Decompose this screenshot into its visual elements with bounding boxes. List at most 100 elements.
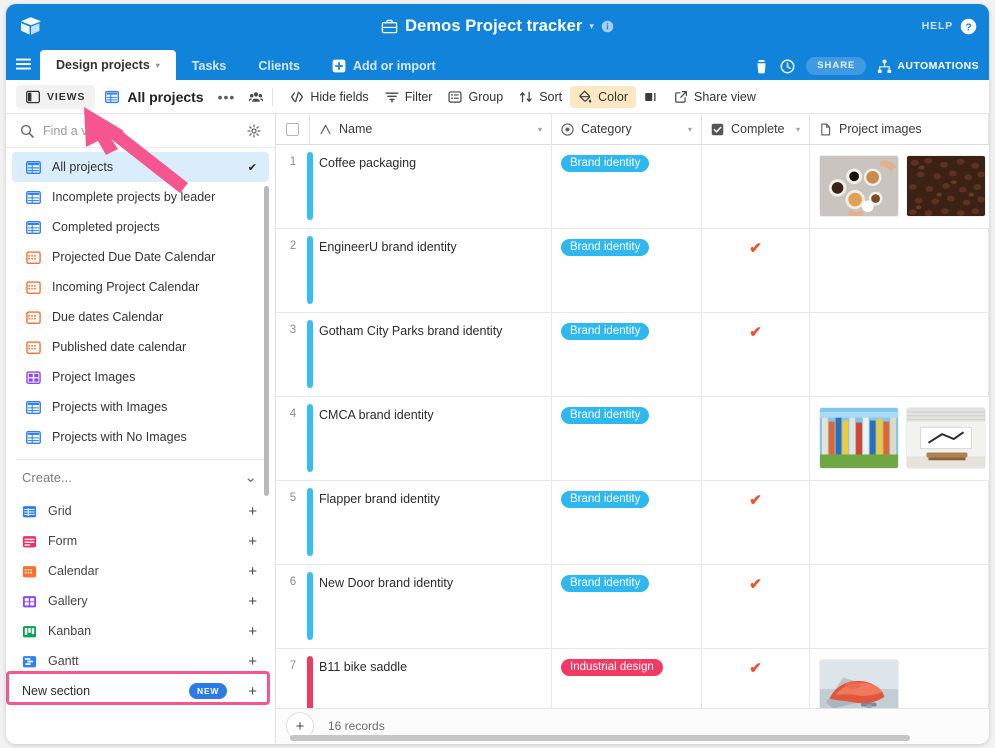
sidebar-item-published-date-calendar[interactable]: Published date calendar <box>12 332 269 362</box>
cell-category[interactable]: Brand identity <box>552 397 702 480</box>
cell-category[interactable]: Brand identity <box>552 565 702 648</box>
share-button[interactable]: SHARE <box>806 57 866 75</box>
collaborators-icon[interactable] <box>249 90 263 104</box>
sidebar-scrollbar[interactable] <box>264 186 269 496</box>
column-header-project-images[interactable]: Project images <box>810 114 989 144</box>
horizontal-scrollbar[interactable] <box>290 735 910 741</box>
column-header-name[interactable]: Name ▾ <box>310 114 552 144</box>
create-item-form[interactable]: Form + <box>6 526 275 556</box>
cell-project-images[interactable] <box>810 145 989 228</box>
share-view-button[interactable]: Share view <box>666 86 764 108</box>
table-row[interactable]: 3 Gotham City Parks brand identity Brand… <box>276 313 989 397</box>
sidebar-item-incoming-project-calendar[interactable]: Incoming Project Calendar <box>12 272 269 302</box>
create-item-kanban[interactable]: Kanban + <box>6 616 275 646</box>
sidebar-item-all-projects[interactable]: All projects ✔ <box>12 152 269 182</box>
base-title[interactable]: Demos Project tracker <box>405 17 582 36</box>
cell-category[interactable]: Brand identity <box>552 313 702 396</box>
chevron-down-icon[interactable]: ▾ <box>688 125 692 134</box>
sidebar-item-completed-projects[interactable]: Completed projects <box>12 212 269 242</box>
view-more-options-button[interactable]: ••• <box>212 93 242 101</box>
cell-name[interactable]: CMCA brand identity <box>310 397 552 480</box>
hamburger-icon[interactable] <box>6 48 40 80</box>
thumbnail-coffee-beans[interactable] <box>906 155 986 217</box>
filter-button[interactable]: Filter <box>377 86 441 108</box>
create-item-gallery[interactable]: Gallery + <box>6 586 275 616</box>
tab-tasks[interactable]: Tasks <box>176 52 243 80</box>
cell-project-images[interactable] <box>810 565 989 648</box>
thumbnail-coffee-cups-flatlay[interactable] <box>819 155 899 217</box>
cell-complete[interactable]: ✔ <box>702 481 810 564</box>
trash-icon[interactable] <box>754 59 769 74</box>
chevron-down-icon[interactable]: ⌄ <box>244 470 257 485</box>
cell-name[interactable]: EngineerU brand identity <box>310 229 552 312</box>
help-area[interactable]: HELP ? <box>922 4 977 48</box>
cell-name[interactable]: Gotham City Parks brand identity <box>310 313 552 396</box>
question-circle-icon[interactable]: ? <box>960 18 977 35</box>
cell-complete[interactable] <box>702 145 810 228</box>
base-title-caret-icon[interactable]: ▾ <box>589 22 594 31</box>
select-all-checkbox[interactable] <box>276 114 310 144</box>
sidebar-item-projects-with-no-images[interactable]: Projects with No Images <box>12 422 269 452</box>
add-new-section-button[interactable]: + <box>248 684 257 699</box>
chevron-down-icon[interactable]: ▾ <box>156 61 160 70</box>
add-gantt-view-button[interactable]: + <box>248 654 257 669</box>
create-section-header[interactable]: Create... ⌄ <box>6 460 275 494</box>
create-item-gantt[interactable]: Gantt + <box>6 646 275 676</box>
row-height-button[interactable] <box>636 86 666 108</box>
cell-name[interactable]: New Door brand identity <box>310 565 552 648</box>
automations-button[interactable]: AUTOMATIONS <box>877 59 979 74</box>
chevron-down-icon[interactable]: ▾ <box>796 125 800 134</box>
add-calendar-view-button[interactable]: + <box>248 564 257 579</box>
history-clock-icon[interactable] <box>780 59 795 74</box>
create-item-new-section[interactable]: New section NEW + <box>6 676 275 706</box>
add-gallery-view-button[interactable]: + <box>248 594 257 609</box>
cell-category[interactable]: Brand identity <box>552 229 702 312</box>
add-kanban-view-button[interactable]: + <box>248 624 257 639</box>
views-sidebar-toggle[interactable]: VIEWS <box>16 85 95 109</box>
cell-complete[interactable] <box>702 397 810 480</box>
table-row[interactable]: 6 New Door brand identity Brand identity… <box>276 565 989 649</box>
cell-project-images[interactable] <box>810 397 989 480</box>
thumbnail-gallery-interior[interactable] <box>906 407 986 469</box>
cell-project-images[interactable] <box>810 481 989 564</box>
tab-clients[interactable]: Clients <box>242 52 316 80</box>
gear-icon[interactable] <box>247 124 261 138</box>
help-label[interactable]: HELP <box>922 20 953 32</box>
create-item-grid[interactable]: Grid + <box>6 496 275 526</box>
group-button[interactable]: Group <box>440 86 511 108</box>
info-icon[interactable] <box>601 20 614 33</box>
current-view-button[interactable]: All projects <box>105 89 203 105</box>
cell-project-images[interactable] <box>810 229 989 312</box>
color-button[interactable]: Color <box>570 86 636 108</box>
add-or-import-button[interactable]: Add or import <box>316 52 452 80</box>
cell-complete[interactable]: ✔ <box>702 565 810 648</box>
table-row[interactable]: 1 Coffee packaging Brand identity <box>276 145 989 229</box>
column-header-category[interactable]: Category ▾ <box>552 114 702 144</box>
search-input[interactable] <box>43 124 238 138</box>
cell-complete[interactable]: ✔ <box>702 229 810 312</box>
cell-name[interactable]: Coffee packaging <box>310 145 552 228</box>
sort-button[interactable]: Sort <box>511 86 570 108</box>
table-row[interactable]: 5 Flapper brand identity Brand identity … <box>276 481 989 565</box>
add-form-view-button[interactable]: + <box>248 534 257 549</box>
table-row[interactable]: 4 CMCA brand identity Brand identity <box>276 397 989 481</box>
cell-project-images[interactable] <box>810 313 989 396</box>
create-item-calendar[interactable]: Calendar + <box>6 556 275 586</box>
airtable-logo[interactable] <box>18 13 44 39</box>
chevron-down-icon[interactable]: ▾ <box>538 125 542 134</box>
hide-fields-button[interactable]: Hide fields <box>282 86 376 108</box>
cell-complete[interactable]: ✔ <box>702 313 810 396</box>
sidebar-item-due-dates-calendar[interactable]: Due dates Calendar <box>12 302 269 332</box>
sidebar-item-projects-with-images[interactable]: Projects with Images <box>12 392 269 422</box>
sidebar-item-incomplete-projects-by-leader[interactable]: Incomplete projects by leader <box>12 182 269 212</box>
cell-category[interactable]: Brand identity <box>552 481 702 564</box>
column-header-complete[interactable]: Complete ▾ <box>702 114 810 144</box>
sidebar-item-projected-due-date-calendar[interactable]: Projected Due Date Calendar <box>12 242 269 272</box>
tab-design-projects[interactable]: Design projects ▾ <box>40 50 176 80</box>
cell-category[interactable]: Brand identity <box>552 145 702 228</box>
cell-name[interactable]: Flapper brand identity <box>310 481 552 564</box>
table-row[interactable]: 2 EngineerU brand identity Brand identit… <box>276 229 989 313</box>
add-grid-view-button[interactable]: + <box>248 504 257 519</box>
thumbnail-colorful-facade[interactable] <box>819 407 899 469</box>
sidebar-item-project-images[interactable]: Project Images <box>12 362 269 392</box>
